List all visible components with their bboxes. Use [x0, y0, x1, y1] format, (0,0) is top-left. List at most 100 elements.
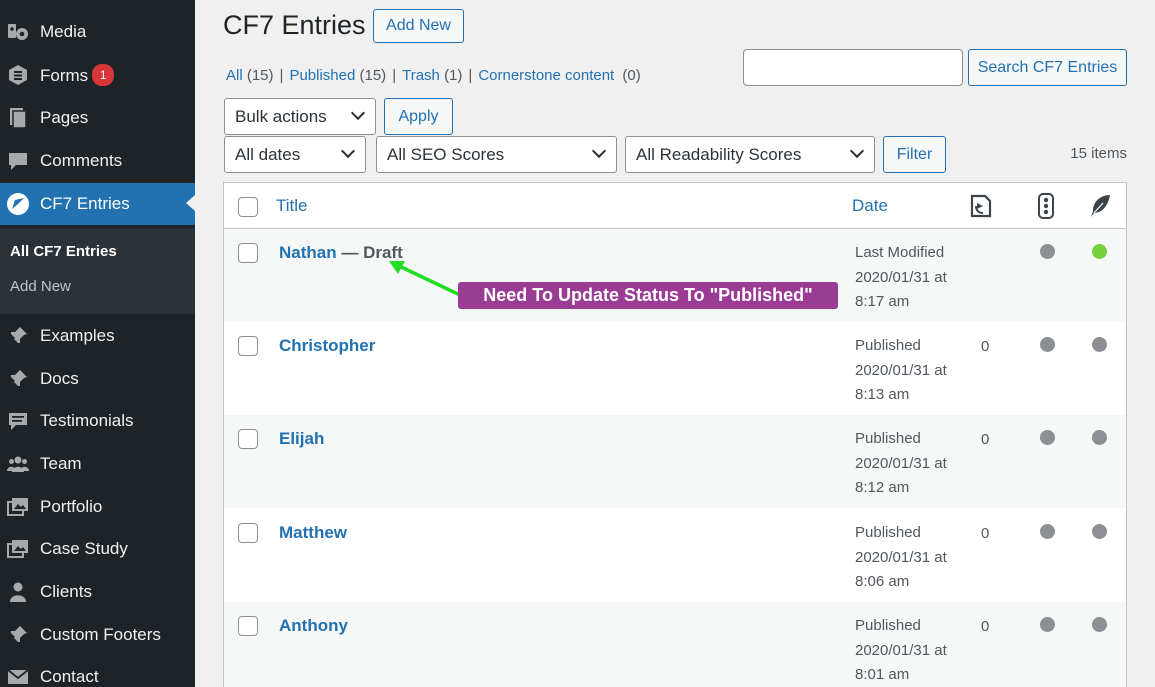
select-value: Bulk actions — [235, 106, 327, 126]
entry-title-link[interactable]: Anthony — [279, 616, 348, 635]
readability-score-dot — [1092, 617, 1107, 632]
view-all[interactable]: All — [226, 67, 243, 84]
dates-filter-select[interactable]: All dates — [224, 136, 366, 173]
date-status: Published — [855, 337, 921, 354]
add-new-button[interactable]: Add New — [373, 9, 464, 43]
items-count: 15 items — [1070, 145, 1127, 162]
comments-icon — [6, 149, 30, 173]
date-value: 2020/01/31 at — [855, 454, 947, 472]
readability-feather-icon — [1088, 193, 1112, 224]
menu-label: CF7 Entries — [40, 194, 130, 213]
column-date[interactable]: Date — [852, 196, 888, 216]
entry-title-link[interactable]: Matthew — [279, 523, 347, 542]
menu-docs[interactable]: Docs — [0, 359, 195, 399]
seo-score-icon — [1038, 193, 1054, 224]
table-row: Elijah Published 2020/01/31 at 8:12 am 0 — [224, 415, 1126, 508]
time-value: 8:12 am — [855, 479, 910, 496]
search-button[interactable]: Search CF7 Entries — [968, 49, 1127, 86]
date-cell: Published 2020/01/31 at 8:01 am — [855, 614, 947, 687]
menu-forms[interactable]: Forms 1 — [0, 55, 195, 95]
menu-label: Portfolio — [40, 497, 103, 516]
mail-icon — [6, 665, 30, 687]
readability-score-dot — [1092, 337, 1107, 352]
menu-examples[interactable]: Examples — [0, 316, 195, 356]
menu-label: Custom Footers — [40, 625, 161, 644]
submenu: All CF7 Entries Add New — [0, 228, 195, 314]
menu-label: Contact — [40, 667, 99, 686]
readability-scores-select[interactable]: All Readability Scores — [625, 136, 875, 173]
apply-button[interactable]: Apply — [384, 98, 453, 135]
entry-title-link[interactable]: Christopher — [279, 336, 375, 355]
menu-custom-footers[interactable]: Custom Footers — [0, 615, 195, 655]
filter-button[interactable]: Filter — [883, 136, 946, 173]
table-row: Anthony Published 2020/01/31 at 8:01 am … — [224, 602, 1126, 687]
menu-pages[interactable]: Pages — [0, 98, 195, 138]
row-checkbox[interactable] — [238, 616, 258, 636]
entry-title-link[interactable]: Nathan — [279, 243, 337, 262]
entries-table: Title Date Nathan — Draft Last Modified … — [223, 182, 1127, 687]
links-count: 0 — [981, 618, 990, 635]
date-status: Published — [855, 430, 921, 447]
row-checkbox[interactable] — [238, 243, 258, 263]
menu-case-study[interactable]: Case Study — [0, 529, 195, 569]
date-cell: Published 2020/01/31 at 8:13 am — [855, 334, 947, 408]
view-count: (15) — [246, 67, 274, 84]
menu-team[interactable]: Team — [0, 444, 195, 484]
view-trash[interactable]: Trash — [402, 67, 440, 84]
menu-comments[interactable]: Comments — [0, 141, 195, 181]
view-count: (15) — [359, 67, 387, 84]
menu-clients[interactable]: Clients — [0, 572, 195, 612]
links-count: 0 — [981, 431, 990, 448]
separator: | — [279, 67, 284, 84]
portfolio-icon — [6, 495, 30, 519]
date-value: 2020/01/31 at — [855, 548, 947, 566]
row-checkbox[interactable] — [238, 523, 258, 543]
forms-icon — [6, 63, 30, 87]
date-cell: Last Modified 2020/01/31 at 8:17 am — [855, 241, 947, 315]
admin-sidebar: Media Forms 1 Pages Comments CF7 Entries … — [0, 0, 195, 687]
seo-scores-select[interactable]: All SEO Scores — [376, 136, 617, 173]
main-content: CF7 Entries Add New All (15) | Published (… — [195, 0, 1155, 687]
select-all-checkbox[interactable] — [238, 197, 258, 217]
menu-label: Clients — [40, 582, 92, 601]
links-count: 0 — [981, 525, 990, 542]
annotation-callout: Need To Update Status To "Published" — [458, 282, 838, 309]
internal-links-icon — [968, 193, 994, 224]
readability-score-dot — [1092, 244, 1107, 259]
view-published[interactable]: Published — [289, 67, 355, 84]
seo-score-dot — [1040, 244, 1055, 259]
bulk-actions-select[interactable]: Bulk actions — [224, 98, 376, 135]
entry-title-link[interactable]: Elijah — [279, 429, 324, 448]
notification-badge: 1 — [92, 64, 115, 86]
date-value: 2020/01/31 at — [855, 268, 947, 286]
menu-media[interactable]: Media — [0, 12, 195, 52]
time-value: 8:13 am — [855, 386, 910, 403]
search-input[interactable] — [743, 49, 963, 86]
annotation-arrow — [389, 261, 461, 297]
pin-icon — [6, 324, 30, 348]
menu-label: Pages — [40, 108, 89, 127]
pages-icon — [6, 106, 30, 130]
menu-testimonials[interactable]: Testimonials — [0, 401, 195, 441]
case-study-icon — [6, 537, 30, 561]
seo-score-dot — [1040, 524, 1055, 539]
team-icon — [6, 452, 30, 476]
pin-icon — [6, 623, 30, 647]
menu-portfolio[interactable]: Portfolio — [0, 487, 195, 527]
chevron-down-icon — [350, 105, 366, 121]
column-title[interactable]: Title — [276, 196, 308, 216]
date-status: Published — [855, 617, 921, 634]
submenu-add-new[interactable]: Add New — [10, 278, 71, 295]
menu-label: Comments — [40, 151, 123, 170]
testimonials-icon — [6, 409, 30, 433]
clients-icon — [6, 580, 30, 604]
row-checkbox[interactable] — [238, 336, 258, 356]
readability-score-dot — [1092, 524, 1107, 539]
readability-score-dot — [1092, 430, 1107, 445]
submenu-all-cf7-entries[interactable]: All CF7 Entries — [10, 243, 117, 260]
date-status: Last Modified — [855, 244, 945, 261]
view-cornerstone[interactable]: Cornerstone content — [478, 67, 614, 84]
menu-cf7-entries[interactable]: CF7 Entries — [0, 183, 195, 225]
row-checkbox[interactable] — [238, 429, 258, 449]
menu-contact[interactable]: Contact — [0, 657, 195, 687]
